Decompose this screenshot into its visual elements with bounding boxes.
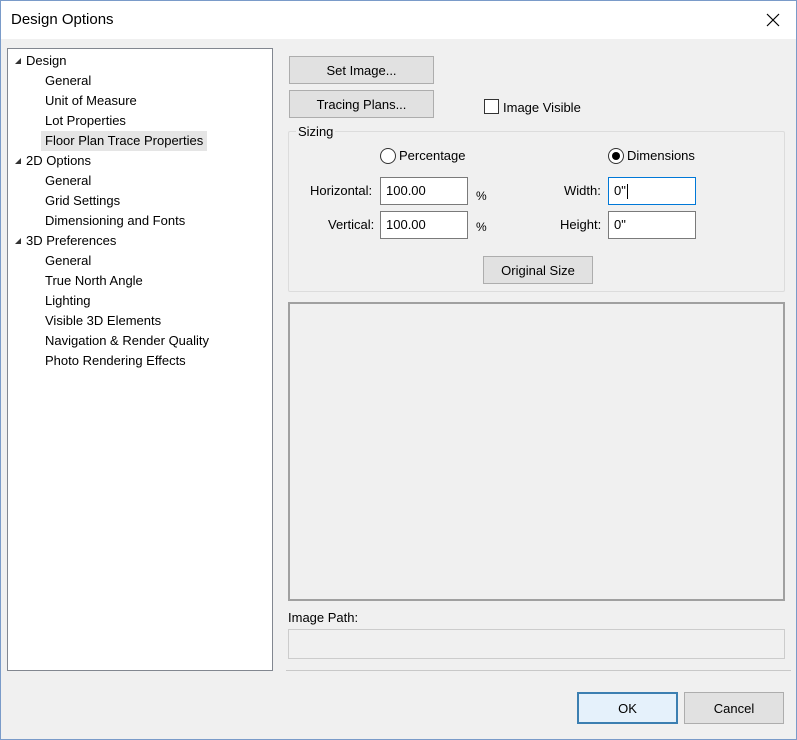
original-size-button[interactable]: Original Size: [483, 256, 593, 284]
tree-category[interactable]: 2D Options: [22, 151, 95, 171]
tree-item[interactable]: Floor Plan Trace Properties: [41, 131, 208, 151]
vertical-unit: %: [476, 220, 487, 234]
title-bar: Design Options: [1, 1, 796, 39]
cancel-button[interactable]: Cancel: [684, 692, 784, 724]
text-caret: [626, 184, 628, 200]
dialog-title: Design Options: [11, 11, 114, 28]
width-input[interactable]: 0": [608, 177, 696, 205]
tree-item[interactable]: Unit of Measure: [41, 91, 141, 111]
tree-item[interactable]: Lot Properties: [41, 111, 130, 131]
close-icon: [766, 13, 780, 27]
percentage-label: Percentage: [399, 148, 466, 163]
tracing-plans-button[interactable]: Tracing Plans...: [289, 90, 434, 118]
vertical-label: Vertical:: [328, 217, 375, 232]
sizing-group-title: Sizing: [296, 124, 336, 139]
tree-category[interactable]: Design: [22, 51, 70, 71]
ok-button[interactable]: OK: [577, 692, 678, 724]
tree-item[interactable]: Lighting: [41, 291, 95, 311]
close-button[interactable]: [750, 1, 796, 39]
tree-item[interactable]: Navigation & Render Quality: [41, 331, 213, 351]
dimensions-label: Dimensions: [627, 148, 695, 163]
image-visible-checkbox[interactable]: [484, 99, 499, 114]
tree-item[interactable]: Photo Rendering Effects: [41, 351, 190, 371]
tree-item[interactable]: Visible 3D Elements: [41, 311, 165, 331]
tree-category[interactable]: 3D Preferences: [22, 231, 120, 251]
tree-item[interactable]: Dimensioning and Fonts: [41, 211, 189, 231]
footer-divider: [286, 670, 791, 671]
width-value: 0": [614, 183, 626, 198]
image-path-label: Image Path:: [288, 610, 359, 625]
image-preview: [288, 302, 785, 601]
height-input[interactable]: 0": [608, 211, 696, 239]
tree-item[interactable]: General: [41, 251, 95, 271]
options-tree[interactable]: Design General Unit of Measure Lot Properti…: [7, 48, 273, 671]
horizontal-input[interactable]: 100.00: [380, 177, 468, 205]
height-label: Height:: [560, 217, 602, 232]
tree-item[interactable]: General: [41, 171, 95, 191]
vertical-input[interactable]: 100.00: [380, 211, 468, 239]
horizontal-label: Horizontal:: [310, 183, 373, 198]
set-image-button[interactable]: Set Image...: [289, 56, 434, 84]
dimensions-radio[interactable]: [608, 148, 624, 164]
radio-selected-dot: [612, 152, 620, 160]
image-path-field: [288, 629, 785, 659]
image-visible-label: Image Visible: [503, 100, 581, 115]
tree-item[interactable]: True North Angle: [41, 271, 147, 291]
width-label: Width:: [564, 183, 601, 198]
percentage-radio[interactable]: [380, 148, 396, 164]
tree-item[interactable]: General: [41, 71, 95, 91]
tree-item[interactable]: Grid Settings: [41, 191, 124, 211]
horizontal-unit: %: [476, 189, 487, 203]
design-options-dialog: Design Options Design General Unit of Meas…: [0, 0, 797, 740]
